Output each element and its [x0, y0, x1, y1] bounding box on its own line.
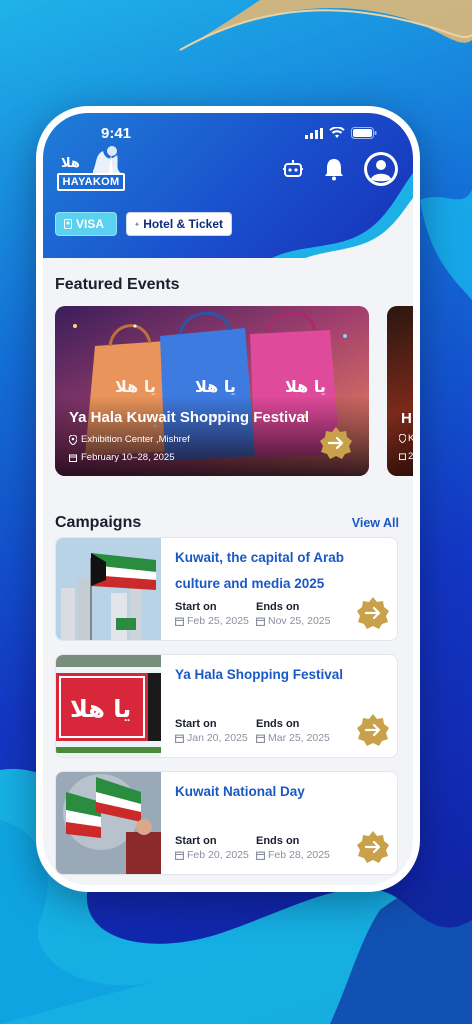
- svg-text:يا هلا: يا هلا: [115, 377, 156, 396]
- start-date: Feb 25, 2025: [175, 615, 249, 627]
- arrow-right-icon[interactable]: [319, 426, 353, 460]
- featured-event-location: Exhibition Center ,Mishref: [69, 434, 190, 445]
- end-date: Feb 28, 2025: [256, 849, 330, 861]
- airplane-icon: [135, 222, 139, 226]
- svg-text:يا هلا: يا هلا: [195, 377, 236, 396]
- svg-text:هلا: هلا: [61, 156, 80, 171]
- campaign-image-national-day: [56, 772, 161, 874]
- location-pin-icon: [399, 434, 406, 443]
- arrow-right-icon[interactable]: [356, 596, 390, 630]
- end-date-text: Mar 25, 2025: [268, 732, 330, 744]
- featured-date-text: February 10–28, 2025: [81, 452, 175, 463]
- campaign-title: Kuwait, the capital of Arab culture and …: [175, 550, 345, 591]
- campaign-card[interactable]: Kuwait National Day Start on Ends on Feb…: [55, 771, 398, 875]
- calendar-icon: [399, 453, 406, 460]
- peek-location-text: K: [408, 433, 413, 444]
- campaign-image-flags: [56, 538, 161, 640]
- peek-date-text: 2: [408, 451, 413, 462]
- featured-event-date: February 10–28, 2025: [69, 452, 174, 463]
- calendar-icon: [175, 734, 184, 743]
- signal-icon: [305, 127, 323, 139]
- battery-icon: [351, 127, 377, 139]
- campaign-image-yahala: يا هلا: [56, 655, 161, 757]
- campaign-card[interactable]: Kuwait, the capital of Arab culture and …: [55, 537, 398, 641]
- peek-date: 2: [399, 451, 413, 462]
- calendar-icon: [175, 851, 184, 860]
- featured-events-title: Featured Events: [55, 276, 180, 293]
- status-icons: [305, 127, 377, 139]
- app-header: 9:41 هلا HAYAKOM VISA Hotel & Ticket: [43, 113, 413, 258]
- wifi-icon: [329, 127, 345, 138]
- view-all-link[interactable]: View All: [352, 516, 399, 530]
- start-label: Start on: [175, 835, 217, 847]
- calendar-icon: [175, 617, 184, 626]
- end-label: Ends on: [256, 601, 300, 613]
- end-date: Nov 25, 2025: [256, 615, 330, 627]
- start-label: Start on: [175, 601, 217, 613]
- featured-event-title: Ya Hala Kuwait Shopping Festival: [69, 409, 310, 426]
- end-date-text: Feb 28, 2025: [268, 849, 330, 861]
- peek-location: K: [399, 433, 413, 444]
- header-wave-decoration: [271, 173, 413, 258]
- start-date: Feb 20, 2025: [175, 849, 249, 861]
- phone-frame: 9:41 هلا HAYAKOM VISA Hotel & Ticket Fea…: [36, 106, 420, 892]
- end-label: Ends on: [256, 835, 300, 847]
- start-date-text: Feb 25, 2025: [187, 615, 249, 627]
- featured-location-text: Exhibition Center ,Mishref: [81, 434, 190, 445]
- svg-text:يا هلا: يا هلا: [285, 377, 326, 396]
- visa-label: VISA: [76, 217, 105, 231]
- arrow-right-icon[interactable]: [356, 713, 390, 747]
- start-date-text: Feb 20, 2025: [187, 849, 249, 861]
- start-label: Start on: [175, 718, 217, 730]
- campaign-title: Ya Hala Shopping Festival: [175, 667, 344, 682]
- app-screen: 9:41 هلا HAYAKOM VISA Hotel & Ticket Fea…: [43, 113, 413, 885]
- start-date-text: Jan 20, 2025: [187, 732, 248, 744]
- end-date: Mar 25, 2025: [256, 732, 330, 744]
- calendar-icon: [256, 617, 265, 626]
- calendar-icon: [69, 454, 77, 462]
- svg-text:يا هلا: يا هلا: [70, 695, 131, 723]
- passport-icon: [64, 219, 72, 229]
- calendar-icon: [256, 851, 265, 860]
- status-time: 9:41: [101, 125, 132, 142]
- featured-event-card[interactable]: يا هلا يا هلا يا هلا Ya Hala Kuwait Shop…: [55, 306, 369, 476]
- hotel-ticket-label: Hotel & Ticket: [143, 217, 223, 231]
- hotel-ticket-button[interactable]: Hotel & Ticket: [126, 212, 232, 236]
- campaigns-title: Campaigns: [55, 514, 142, 531]
- end-label: Ends on: [256, 718, 300, 730]
- location-pin-icon: [69, 434, 77, 445]
- campaign-card[interactable]: يا هلا Ya Hala Shopping Festival Start o…: [55, 654, 398, 758]
- arrow-right-icon[interactable]: [356, 830, 390, 864]
- peek-title: H: [401, 410, 412, 427]
- featured-event-card-next[interactable]: H K 2: [387, 306, 413, 476]
- visa-button[interactable]: VISA: [55, 212, 117, 236]
- start-date: Jan 20, 2025: [175, 732, 248, 744]
- calendar-icon: [256, 734, 265, 743]
- app-logo-text: HAYAKOM: [57, 173, 125, 191]
- end-date-text: Nov 25, 2025: [268, 615, 331, 627]
- campaign-title: Kuwait National Day: [175, 784, 305, 799]
